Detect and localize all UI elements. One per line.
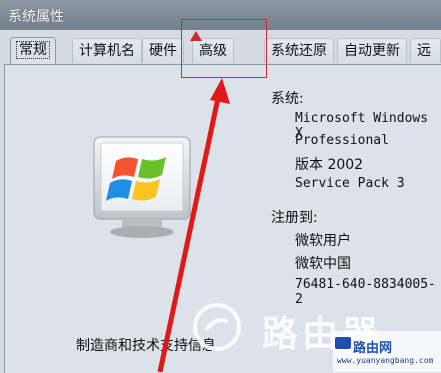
- tab-system-restore[interactable]: 系统还原: [264, 38, 334, 63]
- window-title: 系统属性: [8, 9, 64, 25]
- registered-label: 注册到:: [271, 210, 318, 226]
- tab-remote[interactable]: 远程: [410, 38, 441, 83]
- os-version: 版本 2002: [295, 157, 364, 173]
- tab-auto-update[interactable]: 自动更新: [337, 38, 407, 63]
- tab-general[interactable]: 常规: [10, 37, 56, 64]
- registered-org: 微软中国: [295, 256, 351, 272]
- highlight-marker-icon: [190, 31, 202, 41]
- service-pack: Service Pack 3: [295, 176, 405, 191]
- watermark-site-name: 路由网: [353, 341, 393, 356]
- tab-hardware[interactable]: 硬件: [142, 38, 184, 63]
- registered-user: 微软用户: [295, 233, 351, 249]
- os-edition: Professional: [295, 133, 389, 148]
- watermark-logo-icon: [193, 303, 241, 351]
- watermark-url: www.yuanyangbang.com: [337, 356, 434, 365]
- highlight-box: [181, 19, 267, 78]
- tab-computer-name[interactable]: 计算机名: [72, 38, 142, 63]
- product-id: 76481-640-8834005-2: [295, 277, 436, 307]
- system-label: 系统:: [271, 91, 304, 107]
